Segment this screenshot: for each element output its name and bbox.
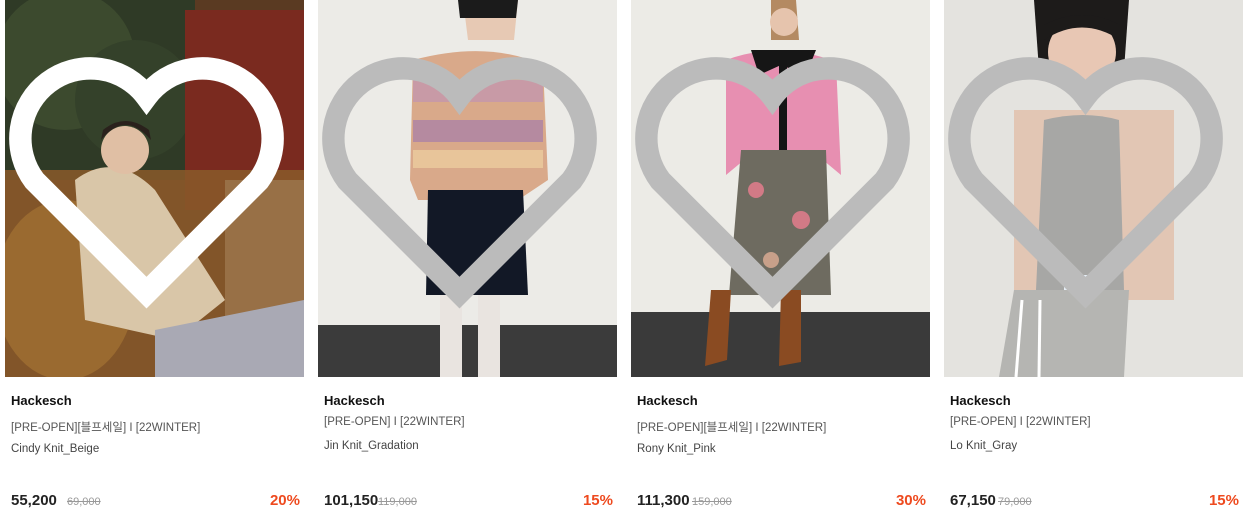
product-card[interactable]: Hackesch [PRE-OPEN][블프세일] I [22WINTER] R… (631, 0, 930, 522)
product-image[interactable] (5, 0, 304, 377)
discount-rate: 15% (582, 492, 613, 509)
product-tag: [PRE-OPEN] I [22WINTER] (950, 416, 1091, 428)
product-name[interactable]: Rony Knit_Pink (637, 443, 716, 455)
original-price: 159,000 (692, 496, 732, 508)
product-tag: [PRE-OPEN][블프세일] I [22WINTER] (637, 422, 827, 434)
sale-price: 55,200 (11, 492, 57, 509)
product-name[interactable]: Cindy Knit_Beige (11, 443, 99, 455)
product-card[interactable]: Hackesch [PRE-OPEN][블프세일] I [22WINTER] C… (5, 0, 304, 522)
heart-outline-icon[interactable] (318, 0, 609, 369)
brand-name[interactable]: Hackesch (324, 393, 385, 408)
original-price: 119,000 (378, 496, 417, 508)
sale-price: 111,300 (637, 492, 690, 509)
product-image[interactable] (318, 0, 617, 377)
original-price: 79,000 (998, 496, 1032, 508)
discount-rate: 20% (269, 492, 300, 509)
brand-name[interactable]: Hackesch (950, 393, 1011, 408)
product-name[interactable]: Lo Knit_Gray (950, 440, 1017, 452)
product-tag: [PRE-OPEN] I [22WINTER] (324, 416, 465, 428)
sale-price: 101,150 (324, 492, 379, 509)
heart-outline-icon[interactable] (631, 0, 922, 369)
discount-rate: 30% (895, 492, 926, 509)
product-card[interactable]: Hackesch [PRE-OPEN] I [22WINTER] Lo Knit… (944, 0, 1243, 522)
heart-outline-icon[interactable] (5, 0, 296, 369)
product-card[interactable]: Hackesch [PRE-OPEN] I [22WINTER] Jin Kni… (318, 0, 617, 522)
discount-rate: 15% (1208, 492, 1239, 509)
brand-name[interactable]: Hackesch (637, 393, 698, 408)
product-image[interactable] (631, 0, 930, 377)
product-image[interactable] (944, 0, 1243, 377)
sale-price: 67,150 (950, 492, 996, 509)
product-tag: [PRE-OPEN][블프세일] I [22WINTER] (11, 422, 201, 434)
original-price: 69,000 (67, 496, 101, 508)
brand-name[interactable]: Hackesch (11, 393, 72, 408)
product-name[interactable]: Jin Knit_Gradation (324, 440, 419, 452)
heart-outline-icon[interactable] (944, 0, 1235, 369)
